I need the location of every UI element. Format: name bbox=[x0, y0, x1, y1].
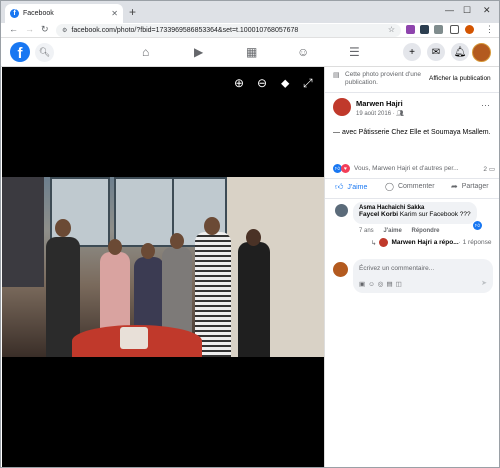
tag-icon[interactable]: ⬥ bbox=[281, 76, 289, 91]
comment-count[interactable]: 2 ▭ bbox=[483, 165, 495, 173]
extension-icon-2[interactable] bbox=[420, 25, 429, 34]
extension-icon-1[interactable] bbox=[406, 25, 415, 34]
photo-head bbox=[108, 239, 122, 255]
address-bar-row: ← → ↻ ⚙ facebook.com/photo/?fbid=1733969… bbox=[1, 23, 499, 38]
browser-tab[interactable]: f Facebook ✕ bbox=[5, 4, 123, 23]
comment-count-icon: ▭ bbox=[488, 166, 495, 173]
menu-icon[interactable]: ☰ bbox=[349, 45, 360, 59]
tab-strip: f Facebook ✕ + — ☐ ✕ bbox=[1, 1, 499, 23]
forward-icon[interactable]: → bbox=[25, 24, 34, 34]
photo-head bbox=[204, 217, 220, 235]
marketplace-icon[interactable]: ▦ bbox=[246, 45, 257, 59]
composer-tools: ▣☺◎▤◫ bbox=[359, 280, 405, 288]
bookmark-star-icon[interactable]: ☆ bbox=[388, 25, 395, 34]
photo-window bbox=[114, 177, 174, 247]
comment-meta: 7 ans J'aime Répondre bbox=[359, 228, 440, 234]
create-icon[interactable]: + bbox=[403, 43, 421, 61]
replies-link[interactable]: ↳ Marwen Hajri a répo... · 1 réponse bbox=[371, 238, 492, 247]
tab-title: Facebook bbox=[23, 10, 54, 17]
photo-cake bbox=[120, 327, 148, 349]
minimize-icon[interactable]: — bbox=[445, 5, 454, 15]
comment-bubble: Asma Hachaichi Sakka Faycel Korbi Karim … bbox=[353, 202, 477, 224]
extensions-puzzle-icon[interactable] bbox=[434, 25, 443, 34]
home-icon[interactable]: ⌂ bbox=[142, 45, 149, 59]
messenger-icon[interactable]: ✉ bbox=[427, 43, 445, 61]
post-date[interactable]: 19 août 2016 · 👥︎ bbox=[356, 110, 404, 117]
comment-reply-button[interactable]: Répondre bbox=[411, 228, 439, 234]
comment-placeholder: Écrivez un commentaire... bbox=[359, 265, 435, 272]
composer-avatar bbox=[333, 262, 348, 277]
reactions-names: Vous, Marwen Hajri et d'autres per... bbox=[354, 165, 459, 172]
comment-input[interactable]: Écrivez un commentaire... ▣☺◎▤◫ ➤ bbox=[353, 259, 493, 293]
photo-head bbox=[141, 243, 155, 259]
photo-head bbox=[55, 219, 71, 237]
post-actions: 👍︎ J'aime ◯ Commenter ➦ Partager bbox=[329, 182, 499, 196]
info-icon: ▤ bbox=[333, 72, 340, 79]
new-tab-icon[interactable]: + bbox=[129, 5, 136, 19]
share-button[interactable]: ➦ Partager bbox=[451, 182, 489, 191]
send-icon[interactable]: ➤ bbox=[481, 279, 487, 287]
video-icon[interactable]: ▶ bbox=[194, 45, 203, 59]
facebook-top-nav: f 🔍︎ ⌂ ▶ ▦ ☺ ☰ + ✉ 🔔︎ bbox=[1, 39, 499, 67]
facebook-favicon-icon: f bbox=[10, 9, 19, 18]
notice-text: Cette photo provient d'une publication. bbox=[345, 71, 422, 86]
account-avatar[interactable] bbox=[472, 43, 491, 62]
photo-person bbox=[238, 242, 270, 357]
comment-like-button[interactable]: J'aime bbox=[383, 228, 401, 234]
fullscreen-icon[interactable]: ⤢ bbox=[303, 76, 313, 91]
divider bbox=[325, 198, 499, 199]
browser-window: f Facebook ✕ + — ☐ ✕ ← → ↻ ⚙ facebook.co… bbox=[0, 0, 500, 468]
comment-icon: ◯ bbox=[385, 182, 394, 191]
zoom-in-icon[interactable]: ⊕ bbox=[234, 76, 244, 90]
friends-audience-icon: 👥︎ bbox=[396, 111, 404, 117]
author-avatar[interactable] bbox=[333, 98, 351, 116]
gif-icon[interactable]: ▤ bbox=[386, 281, 395, 288]
photo-head bbox=[246, 229, 261, 246]
notifications-icon[interactable]: 🔔︎ bbox=[451, 43, 469, 61]
back-icon[interactable]: ← bbox=[9, 24, 18, 34]
view-publication-link[interactable]: Afficher la publication bbox=[429, 75, 491, 83]
comment-age[interactable]: 7 ans bbox=[359, 228, 374, 234]
post-side-panel: ▤ Cette photo provient d'une publication… bbox=[324, 67, 499, 467]
sticker-icon[interactable]: ◫ bbox=[396, 281, 405, 288]
url-field[interactable]: ⚙ facebook.com/photo/?fbid=1733969586853… bbox=[56, 24, 401, 37]
zoom-out-icon[interactable]: ⊖ bbox=[257, 76, 267, 90]
more-options-icon[interactable]: ⋯ bbox=[481, 100, 490, 111]
reply-avatar bbox=[379, 238, 389, 247]
commenter-avatar[interactable] bbox=[335, 204, 348, 217]
avatar-sticker-icon[interactable]: ▣ bbox=[359, 281, 368, 288]
love-reaction-icon: ♥ bbox=[341, 164, 350, 173]
side-panel-icon[interactable] bbox=[450, 25, 459, 34]
thumbs-up-icon: 👍︎ bbox=[335, 182, 344, 191]
photo-viewer: ⊕ ⊖ ⬥ ⤢ bbox=[2, 67, 324, 467]
close-tab-icon[interactable]: ✕ bbox=[111, 9, 118, 18]
photo-head bbox=[170, 233, 184, 249]
comment-like-badge-icon: 👍︎ bbox=[473, 221, 482, 230]
reply-arrow-icon: ↳ bbox=[371, 239, 377, 247]
site-info-icon[interactable]: ⚙ bbox=[62, 27, 67, 34]
facebook-logo-icon[interactable]: f bbox=[10, 42, 30, 62]
reload-icon[interactable]: ↻ bbox=[41, 24, 49, 35]
close-window-icon[interactable]: ✕ bbox=[483, 5, 491, 16]
photo-banner bbox=[2, 177, 44, 287]
maximize-icon[interactable]: ☐ bbox=[463, 5, 471, 16]
url-text: facebook.com/photo/?fbid=173396958685336… bbox=[71, 27, 299, 34]
author-name[interactable]: Marwen Hajri bbox=[356, 99, 403, 108]
profile-avatar-icon[interactable] bbox=[465, 25, 474, 34]
like-button[interactable]: 👍︎ J'aime bbox=[335, 182, 367, 192]
share-icon: ➦ bbox=[451, 182, 458, 191]
emoji-icon[interactable]: ☺ bbox=[368, 281, 378, 288]
comment-mention[interactable]: Faycel Korbi bbox=[359, 211, 398, 218]
browser-menu-icon[interactable]: ⋮ bbox=[485, 24, 494, 35]
post-text: — avec Pâtisserie Chez Elle et Soumaya M… bbox=[333, 129, 491, 136]
divider bbox=[325, 92, 499, 93]
comment-button[interactable]: ◯ Commenter bbox=[385, 182, 435, 191]
group-photo[interactable] bbox=[2, 177, 324, 357]
comment-text: Faycel Korbi Karim sur Facebook ??? bbox=[359, 211, 471, 218]
divider bbox=[325, 178, 499, 179]
search-icon[interactable]: 🔍︎ bbox=[35, 43, 54, 62]
groups-icon[interactable]: ☺ bbox=[297, 45, 309, 59]
